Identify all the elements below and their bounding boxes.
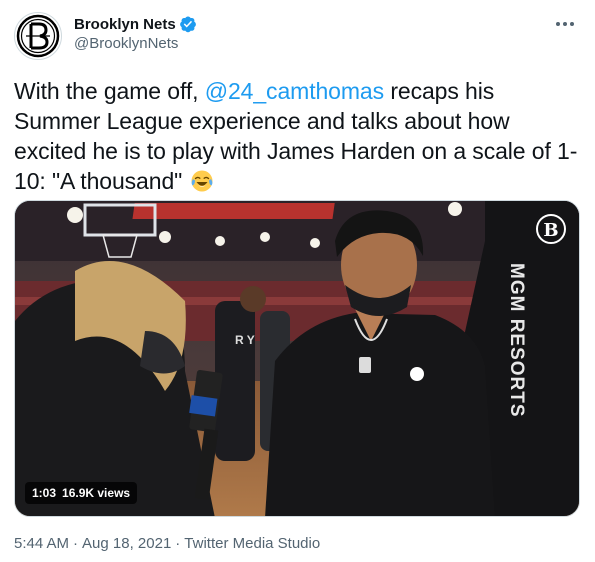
shirt-text: R Y bbox=[235, 333, 255, 347]
meta-separator: · bbox=[73, 535, 79, 552]
tweet-text-before: With the game off, bbox=[14, 78, 205, 104]
verified-badge-icon bbox=[179, 15, 197, 33]
tweet-header: Brooklyn Nets @BrooklynNets bbox=[14, 12, 581, 62]
mention-link[interactable]: @24_camthomas bbox=[205, 78, 384, 104]
video-player[interactable]: B R Y MGM RESORTS 1:03 16.9K views bbox=[14, 200, 580, 517]
more-options-button[interactable] bbox=[553, 14, 577, 34]
svg-text:B: B bbox=[543, 220, 558, 241]
face-with-tears-of-joy-icon bbox=[190, 169, 214, 193]
tweet-text: With the game off, @24_camthomas recaps … bbox=[14, 76, 584, 196]
meta-separator: · bbox=[175, 535, 181, 552]
tweet-time[interactable]: 5:44 AM bbox=[14, 535, 69, 552]
video-views: 16.9K views bbox=[62, 486, 131, 500]
display-name[interactable]: Brooklyn Nets bbox=[74, 16, 176, 33]
tweet: Brooklyn Nets @BrooklynNets With the gam… bbox=[0, 0, 595, 562]
tweet-source[interactable]: Twitter Media Studio bbox=[184, 535, 320, 552]
account-handle[interactable]: @BrooklynNets bbox=[74, 35, 197, 52]
video-duration: 1:03 bbox=[32, 486, 57, 500]
more-dots-icon bbox=[556, 22, 574, 26]
video-thumbnail: B R Y MGM RESORTS bbox=[15, 201, 579, 516]
tweet-meta: 5:44 AM · Aug 18, 2021 · Twitter Media Studi… bbox=[14, 535, 320, 552]
avatar[interactable] bbox=[14, 12, 62, 60]
tweet-date[interactable]: Aug 18, 2021 bbox=[82, 535, 171, 552]
mgm-resorts-sign: MGM RESORTS bbox=[506, 263, 527, 418]
brooklyn-nets-logo-icon bbox=[16, 14, 60, 58]
account-names: Brooklyn Nets @BrooklynNets bbox=[74, 14, 197, 52]
video-stats-overlay: 1:03 16.9K views bbox=[25, 482, 138, 504]
name-row: Brooklyn Nets bbox=[74, 14, 197, 34]
